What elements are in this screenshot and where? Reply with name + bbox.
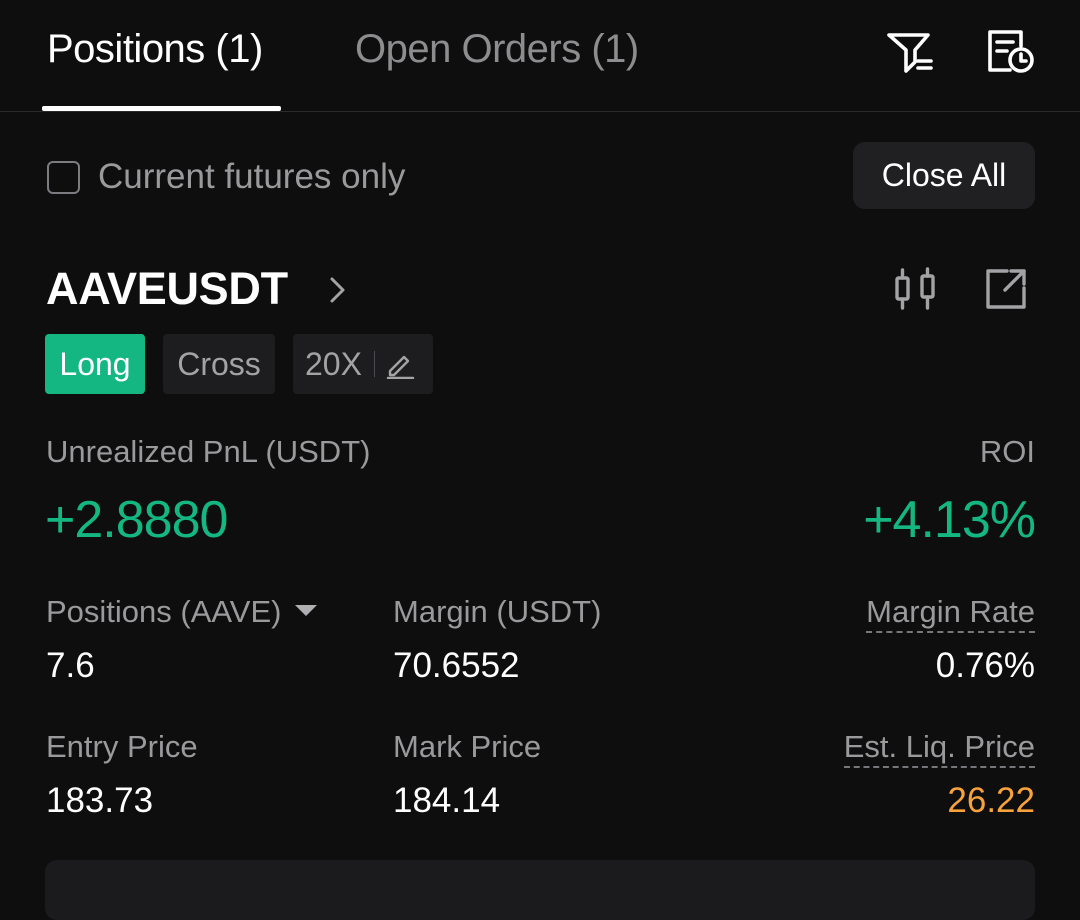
caret-down-icon[interactable] — [295, 605, 318, 617]
margin-value: 70.6552 — [393, 646, 520, 685]
current-futures-checkbox[interactable] — [47, 160, 80, 194]
leverage-value: 20X — [305, 345, 362, 382]
roi-label: ROI — [979, 434, 1035, 469]
leverage-divider — [373, 351, 375, 377]
unrealized-pnl-value: +2.8880 — [45, 491, 228, 549]
margin-rate-value: 0.76% — [935, 646, 1035, 685]
position-actions-panel — [45, 860, 1035, 920]
liq-price-value: 26.22 — [947, 781, 1035, 820]
margin-label: Margin (USDT) — [393, 594, 602, 629]
positions-size-label-text: Positions (AAVE) — [46, 594, 282, 629]
positions-size-value: 7.6 — [46, 646, 95, 685]
filter-icon[interactable] — [885, 28, 935, 76]
tab-open-orders[interactable]: Open Orders (1) — [355, 27, 639, 72]
entry-price-value: 183.73 — [46, 781, 154, 820]
candlestick-chart-icon[interactable] — [892, 266, 938, 312]
order-history-icon[interactable] — [985, 28, 1035, 76]
side-badge: Long — [45, 334, 145, 394]
liq-price-label-text: Est. Liq. Price — [843, 729, 1035, 768]
close-all-button[interactable]: Close All — [853, 142, 1035, 209]
entry-price-label: Entry Price — [46, 729, 198, 764]
tab-positions[interactable]: Positions (1) — [47, 27, 263, 72]
unrealized-pnl-label: Unrealized PnL (USDT) — [46, 434, 371, 469]
position-symbol[interactable]: AAVEUSDT — [46, 263, 288, 315]
share-external-icon[interactable] — [983, 266, 1029, 312]
mark-price-value: 184.14 — [393, 781, 501, 820]
margin-mode-badge[interactable]: Cross — [163, 334, 275, 394]
mark-price-label: Mark Price — [393, 729, 542, 764]
current-futures-filter[interactable]: Current futures only — [47, 157, 405, 197]
margin-rate-label-text: Margin Rate — [866, 594, 1035, 633]
roi-value: +4.13% — [863, 491, 1036, 549]
current-futures-label: Current futures only — [98, 157, 406, 196]
edit-pencil-icon[interactable] — [385, 349, 415, 379]
active-tab-indicator — [42, 106, 281, 111]
liq-price-label[interactable]: Est. Liq. Price — [843, 729, 1035, 768]
leverage-badge[interactable]: 20X — [293, 334, 433, 394]
positions-size-label[interactable]: Positions (AAVE) — [46, 594, 318, 630]
margin-rate-label[interactable]: Margin Rate — [866, 594, 1035, 633]
chevron-right-icon[interactable] — [327, 274, 349, 306]
tab-bar: Positions (1) Open Orders (1) — [0, 0, 1080, 112]
